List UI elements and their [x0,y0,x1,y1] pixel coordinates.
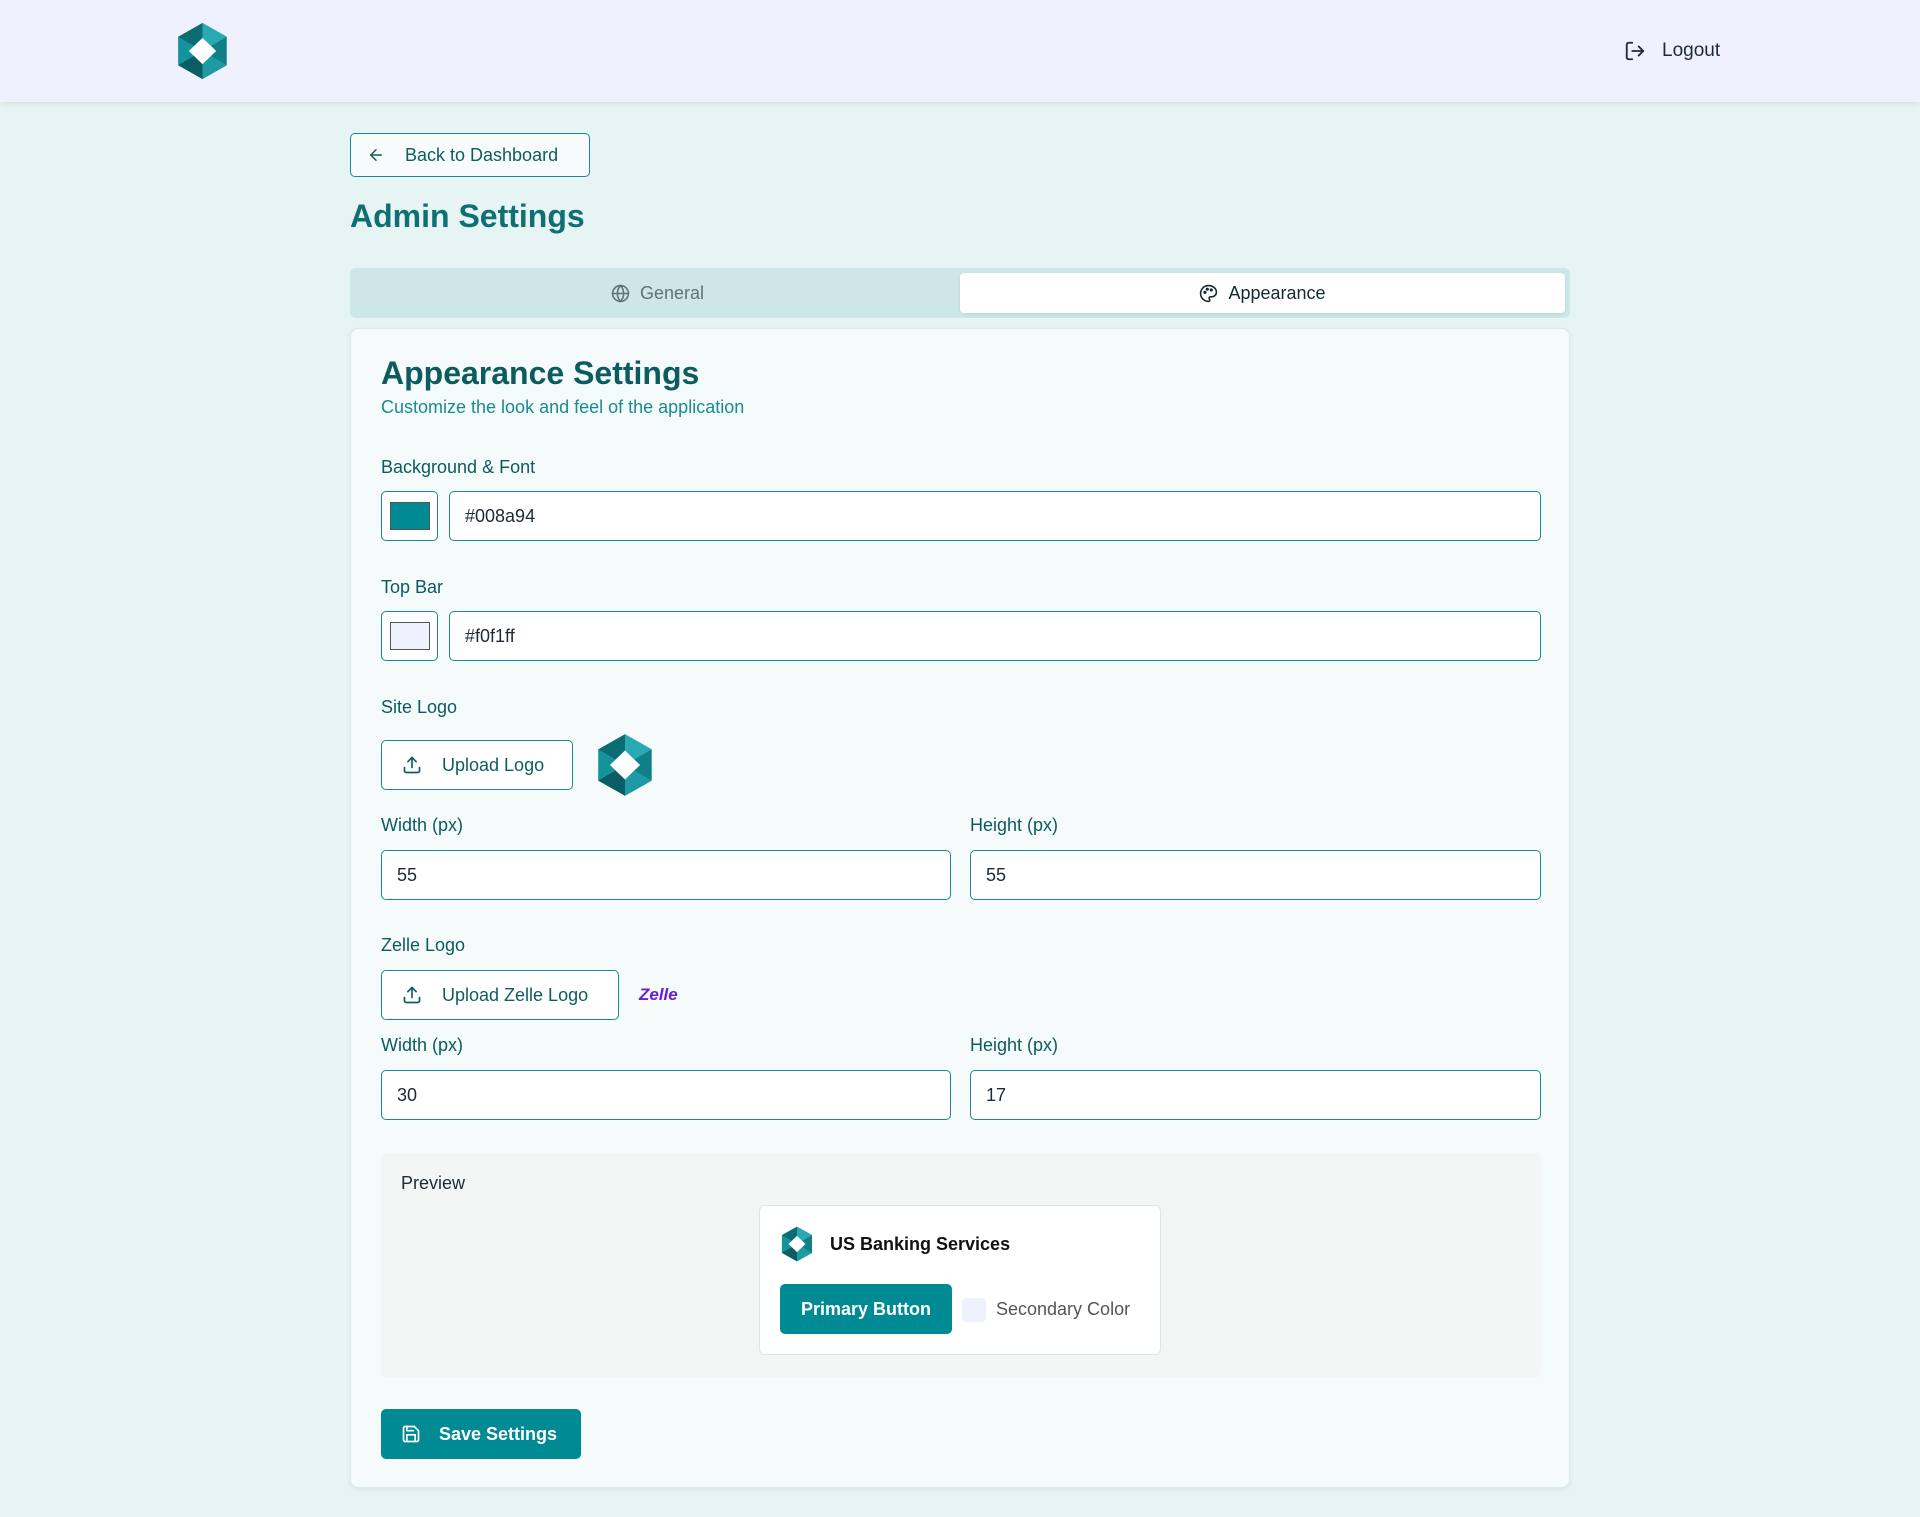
zelle-logo-width-label: Width (px) [381,1035,464,1055]
appearance-settings-card: Appearance Settings Customize the look a… [350,328,1570,1488]
logout-label: Logout [1662,40,1721,61]
preview-site-name: US Banking Services [830,1234,1011,1254]
preview-primary-button[interactable]: Primary Button [780,1284,952,1334]
site-logo-width-input[interactable] [381,850,951,900]
back-label: Back to Dashboard [405,144,559,165]
preview-card: US Banking Services Primary Button Secon… [759,1205,1161,1355]
upload-zelle-logo-label: Upload Zelle Logo [442,984,589,1005]
card-title: Appearance Settings [381,355,700,391]
background-color-swatch [389,502,430,530]
site-logo-height-input[interactable] [970,850,1541,900]
tab-general-label: General [639,282,705,303]
tab-general[interactable]: General [355,273,960,313]
top-bar-label: Top Bar [381,577,444,597]
background-font-label: Background & Font [381,457,536,477]
save-settings-button[interactable]: Save Settings [381,1409,581,1459]
logout-button[interactable]: Logout [1624,36,1720,66]
upload-icon [403,756,421,774]
upload-icon [403,986,421,1004]
logout-icon [1625,41,1645,61]
tab-appearance[interactable]: Appearance [960,273,1565,313]
preview-logo-icon [781,1226,813,1262]
background-color-picker[interactable] [381,491,438,541]
preview-secondary-label: Secondary Color [996,1299,1131,1319]
preview-label: Preview [401,1173,466,1193]
arrow-left-icon [370,149,382,161]
zelle-logo-height-label: Height (px) [970,1035,1059,1055]
settings-tabs: General Appearance [350,268,1570,318]
top-bar-color-picker[interactable] [381,611,438,661]
top-bar: Logout [0,0,1920,102]
site-logo-preview-icon [598,734,652,796]
palette-icon [1200,284,1218,302]
card-subtitle: Customize the look and feel of the appli… [381,397,745,417]
zelle-logo-width-input[interactable] [381,1070,951,1120]
upload-logo-label: Upload Logo [442,754,545,775]
site-logo-height-label: Height (px) [970,815,1059,835]
site-logo-icon[interactable] [175,22,230,80]
zelle-logo-label: Zelle Logo [381,935,466,955]
save-settings-label: Save Settings [439,1423,558,1444]
site-logo-width-label: Width (px) [381,815,464,835]
upload-logo-button[interactable]: Upload Logo [381,740,573,790]
site-logo-label: Site Logo [381,697,458,717]
globe-icon [611,284,630,302]
background-color-input[interactable] [449,491,1541,541]
top-bar-color-input[interactable] [449,611,1541,661]
tab-appearance-label: Appearance [1228,282,1326,303]
back-to-dashboard-button[interactable]: Back to Dashboard [350,133,590,177]
page-title: Admin Settings [350,198,585,234]
preview-secondary-swatch [962,1298,986,1322]
preview-panel: Preview US Banking Services Primary Butt… [381,1153,1541,1377]
save-icon [402,1425,420,1443]
zelle-logo-height-input[interactable] [970,1070,1541,1120]
upload-zelle-logo-button[interactable]: Upload Zelle Logo [381,970,619,1020]
zelle-logo-preview: Zelle [639,985,678,1004]
top-bar-color-swatch [389,622,430,650]
